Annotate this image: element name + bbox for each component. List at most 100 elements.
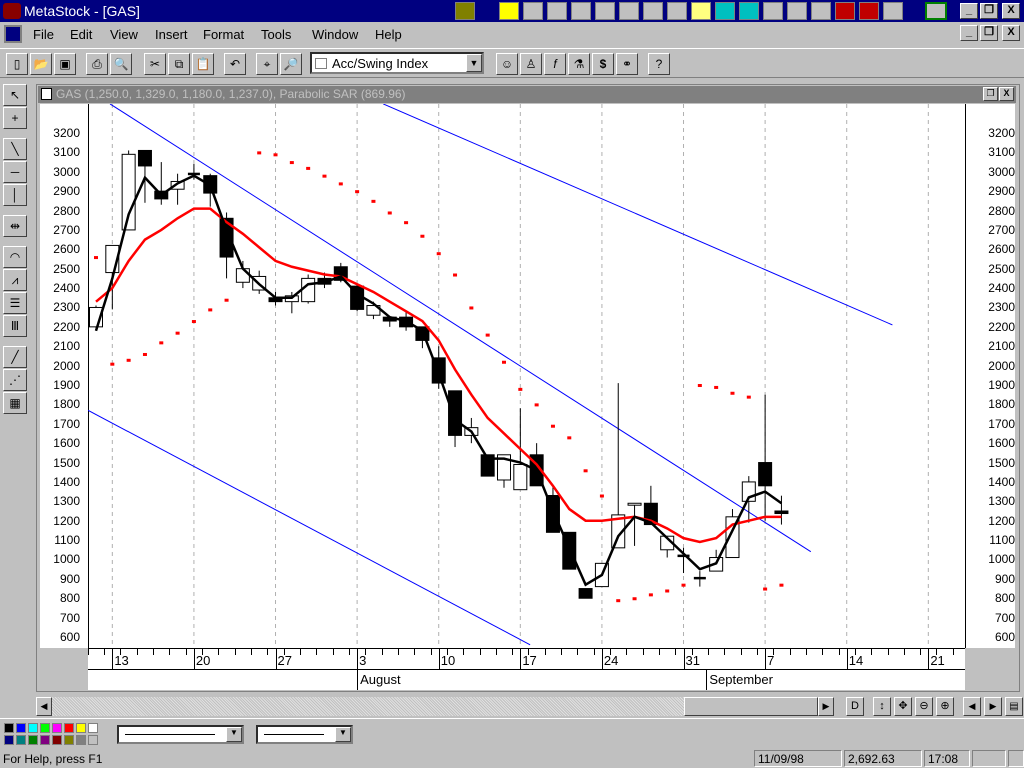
close-button[interactable]: X bbox=[1002, 3, 1020, 19]
document-menu-icon[interactable] bbox=[4, 25, 22, 43]
color-swatch[interactable] bbox=[16, 735, 26, 745]
crosshair-icon[interactable]: ⌖ bbox=[256, 53, 278, 75]
shortcut-app-icon[interactable] bbox=[619, 2, 639, 20]
scroll-forward-icon[interactable]: ▶ bbox=[984, 697, 1002, 716]
menu-tools[interactable]: Tools bbox=[261, 27, 291, 42]
color-swatch[interactable] bbox=[28, 723, 38, 733]
menu-file[interactable]: File bbox=[33, 27, 54, 42]
menu-view[interactable]: View bbox=[110, 27, 138, 42]
cycle-tool-icon[interactable]: ⇹ bbox=[3, 215, 27, 237]
shortcut-app-icon[interactable] bbox=[787, 2, 807, 20]
scroll-left-button[interactable]: ◀ bbox=[36, 697, 52, 716]
color-swatch[interactable] bbox=[52, 735, 62, 745]
copy-icon[interactable]: ⧉ bbox=[168, 53, 190, 75]
shortcut-app-icon[interactable] bbox=[455, 2, 475, 20]
shortcut-app-icon[interactable] bbox=[691, 2, 711, 20]
horizontal-line-tool-icon[interactable]: ─ bbox=[3, 161, 27, 183]
expert-advisor-icon[interactable]: ☺ bbox=[496, 53, 518, 75]
zoom-out-icon[interactable]: ⊖ bbox=[915, 697, 933, 716]
shortcut-app-icon[interactable] bbox=[523, 2, 543, 20]
line-weight-dropdown[interactable]: ▼ bbox=[256, 725, 353, 744]
scroll-track[interactable] bbox=[52, 697, 684, 716]
context-help-icon[interactable]: ? bbox=[648, 53, 670, 75]
color-swatch[interactable] bbox=[52, 723, 62, 733]
fibonacci-retracement-icon[interactable]: ☰ bbox=[3, 292, 27, 314]
time-zones-icon[interactable]: Ⅲ bbox=[3, 315, 27, 337]
fibonacci-arcs-icon[interactable]: ◠ bbox=[3, 246, 27, 268]
trendline-tool-icon[interactable]: ╲ bbox=[3, 138, 27, 160]
menu-format[interactable]: Format bbox=[203, 27, 244, 42]
color-swatch[interactable] bbox=[40, 723, 50, 733]
fan-lines-icon[interactable]: ⩘ bbox=[3, 269, 27, 291]
vertical-scale-icon[interactable]: ↕ bbox=[873, 697, 891, 716]
color-swatch[interactable] bbox=[64, 723, 74, 733]
color-swatch[interactable] bbox=[16, 723, 26, 733]
zoom-icon[interactable]: 🔎 bbox=[280, 53, 302, 75]
color-swatch[interactable] bbox=[76, 723, 86, 733]
move-icon[interactable]: ✥ bbox=[894, 697, 912, 716]
shortcut-app-icon[interactable] bbox=[739, 2, 759, 20]
pointer-tool-icon[interactable]: ↖ bbox=[3, 84, 27, 106]
line-style-dropdown[interactable]: ▼ bbox=[117, 725, 244, 744]
save-icon[interactable]: ▣ bbox=[54, 53, 76, 75]
vertical-line-tool-icon[interactable]: │ bbox=[3, 184, 27, 206]
open-icon[interactable]: 📂 bbox=[30, 53, 52, 75]
shortcut-app-icon[interactable] bbox=[643, 2, 663, 20]
undo-icon[interactable]: ↶ bbox=[224, 53, 246, 75]
shortcut-app-icon[interactable] bbox=[859, 2, 879, 20]
doc-minimize-button[interactable]: _ bbox=[960, 25, 978, 41]
data-window-icon[interactable]: ▤ bbox=[1005, 697, 1023, 716]
chevron-down-icon[interactable]: ▼ bbox=[335, 727, 351, 742]
explorer-icon[interactable]: ♙ bbox=[520, 53, 542, 75]
print-icon[interactable]: ⎙ bbox=[86, 53, 108, 75]
minimize-button[interactable]: _ bbox=[960, 3, 978, 19]
horizontal-scrollbar[interactable]: ◀ ▶ bbox=[36, 697, 840, 716]
color-swatch[interactable] bbox=[4, 735, 14, 745]
shortcut-app-icon[interactable] bbox=[667, 2, 687, 20]
shortcut-app-icon[interactable] bbox=[925, 2, 947, 20]
chart-close-button[interactable]: X bbox=[999, 87, 1014, 101]
color-swatch[interactable] bbox=[4, 723, 14, 733]
restore-button[interactable]: ❐ bbox=[980, 3, 998, 19]
menu-insert[interactable]: Insert bbox=[155, 27, 188, 42]
shortcut-app-icon[interactable] bbox=[715, 2, 735, 20]
zoom-in-icon[interactable]: ⊕ bbox=[936, 697, 954, 716]
speed-lines-icon[interactable]: ╱ bbox=[3, 346, 27, 368]
gann-fan-icon[interactable]: ⋰ bbox=[3, 369, 27, 391]
chart-restore-button[interactable]: ❐ bbox=[983, 87, 998, 101]
print-preview-icon[interactable]: 🔍 bbox=[110, 53, 132, 75]
color-swatch[interactable] bbox=[40, 735, 50, 745]
periodicity-daily-button[interactable]: D bbox=[846, 697, 864, 716]
scroll-thumb[interactable] bbox=[684, 697, 818, 716]
formula-icon[interactable]: f bbox=[544, 53, 566, 75]
scroll-right-button[interactable]: ▶ bbox=[818, 697, 834, 716]
color-swatch[interactable] bbox=[28, 735, 38, 745]
color-swatch[interactable] bbox=[88, 723, 98, 733]
color-swatch[interactable] bbox=[64, 735, 74, 745]
menu-help[interactable]: Help bbox=[375, 27, 402, 42]
crosshair-tool-icon[interactable]: + bbox=[3, 107, 27, 129]
menu-edit[interactable]: Edit bbox=[70, 27, 92, 42]
shortcut-app-icon[interactable] bbox=[547, 2, 567, 20]
shortcut-app-icon[interactable] bbox=[835, 2, 855, 20]
doc-restore-button[interactable]: ❐ bbox=[980, 25, 998, 41]
color-swatch[interactable] bbox=[76, 735, 86, 745]
cut-icon[interactable]: ✂ bbox=[144, 53, 166, 75]
shortcut-app-icon[interactable] bbox=[595, 2, 615, 20]
scroll-back-icon[interactable]: ◀ bbox=[963, 697, 981, 716]
color-swatch[interactable] bbox=[88, 735, 98, 745]
new-icon[interactable]: ▯ bbox=[6, 53, 28, 75]
binoculars-icon[interactable]: ⚭ bbox=[616, 53, 638, 75]
chevron-down-icon[interactable]: ▼ bbox=[226, 727, 242, 742]
doc-close-button[interactable]: X bbox=[1002, 25, 1020, 41]
menu-window[interactable]: Window bbox=[312, 27, 358, 42]
paste-icon[interactable]: 📋 bbox=[192, 53, 214, 75]
shortcut-app-icon[interactable] bbox=[883, 2, 903, 20]
shortcut-app-icon[interactable] bbox=[571, 2, 591, 20]
chevron-down-icon[interactable]: ▼ bbox=[466, 54, 482, 72]
gann-grid-icon[interactable]: ▦ bbox=[3, 392, 27, 414]
shortcut-app-icon[interactable] bbox=[499, 2, 519, 20]
dollar-icon[interactable]: $ bbox=[592, 53, 614, 75]
shortcut-app-icon[interactable] bbox=[811, 2, 831, 20]
indicator-dropdown[interactable]: Acc/Swing Index ▼ bbox=[310, 52, 484, 74]
